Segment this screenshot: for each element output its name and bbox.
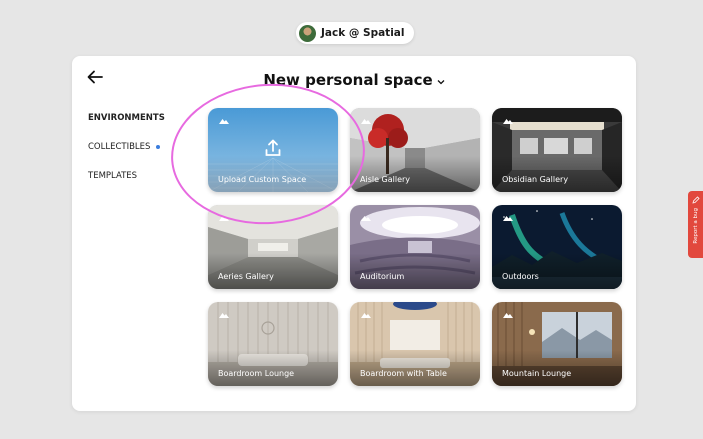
title-dropdown[interactable]: New personal space — [72, 71, 636, 89]
card-label: Mountain Lounge — [502, 369, 572, 378]
sidebar-item-label: COLLECTIBLES — [88, 142, 151, 152]
mountain-icon — [219, 313, 229, 318]
report-bug-tab[interactable]: Report a bug — [688, 191, 703, 258]
card-shade — [492, 156, 622, 192]
user-name: Jack @ Spatial — [321, 27, 405, 39]
card-shade — [350, 156, 480, 192]
card-aisle-gallery[interactable]: Aisle Gallery — [350, 108, 480, 192]
card-aeries-gallery[interactable]: Aeries Gallery — [208, 205, 338, 289]
card-obsidian-gallery[interactable]: Obsidian Gallery — [492, 108, 622, 192]
sidebar-item-templates[interactable]: TEMPLATES — [88, 168, 165, 184]
card-outdoors[interactable]: Outdoors — [492, 205, 622, 289]
sidebar-item-label: TEMPLATES — [88, 171, 138, 181]
upload-icon — [265, 139, 281, 156]
card-shade — [350, 253, 480, 289]
card-shade — [350, 350, 480, 386]
mountain-icon — [219, 216, 229, 221]
mountain-icon — [503, 216, 513, 221]
card-shade — [208, 253, 338, 289]
card-label: Boardroom Lounge — [218, 369, 295, 378]
category-sidebar: ENVIRONMENTS COLLECTIBLES TEMPLATES — [88, 110, 165, 197]
mountain-icon — [503, 313, 513, 318]
card-shade — [208, 156, 338, 192]
card-label: Boardroom with Table — [360, 369, 447, 378]
card-label: Auditorium — [360, 272, 405, 281]
sidebar-item-collectibles[interactable]: COLLECTIBLES — [88, 139, 165, 155]
mountain-icon — [361, 216, 371, 221]
card-label: Aisle Gallery — [360, 175, 411, 184]
card-shade — [208, 350, 338, 386]
avatar — [299, 24, 316, 42]
mountain-icon — [503, 119, 513, 124]
card-label: Obsidian Gallery — [502, 175, 569, 184]
card-boardroom-lounge[interactable]: Boardroom Lounge — [208, 302, 338, 386]
mountain-icon — [361, 119, 371, 124]
card-label: Aeries Gallery — [218, 272, 274, 281]
card-upload-custom-space[interactable]: Upload Custom Space — [208, 108, 338, 192]
card-boardroom-with-table[interactable]: Boardroom with Table — [350, 302, 480, 386]
card-label: Outdoors — [502, 272, 539, 281]
page-title: New personal space — [263, 71, 433, 89]
sidebar-item-environments[interactable]: ENVIRONMENTS — [88, 110, 165, 126]
notification-dot — [156, 145, 161, 149]
pencil-icon — [691, 196, 700, 204]
card-label: Upload Custom Space — [218, 175, 307, 184]
card-shade — [492, 253, 622, 289]
mountain-icon — [219, 119, 229, 124]
card-auditorium[interactable]: Auditorium — [350, 205, 480, 289]
mountain-icon — [361, 313, 371, 318]
user-badge[interactable]: Jack @ Spatial — [296, 22, 415, 44]
card-shade — [492, 350, 622, 386]
card-mountain-lounge[interactable]: Mountain Lounge — [492, 302, 622, 386]
chevron-down-icon — [437, 80, 445, 85]
sidebar-item-label: ENVIRONMENTS — [88, 113, 165, 123]
report-bug-label: Report a bug — [692, 208, 699, 244]
